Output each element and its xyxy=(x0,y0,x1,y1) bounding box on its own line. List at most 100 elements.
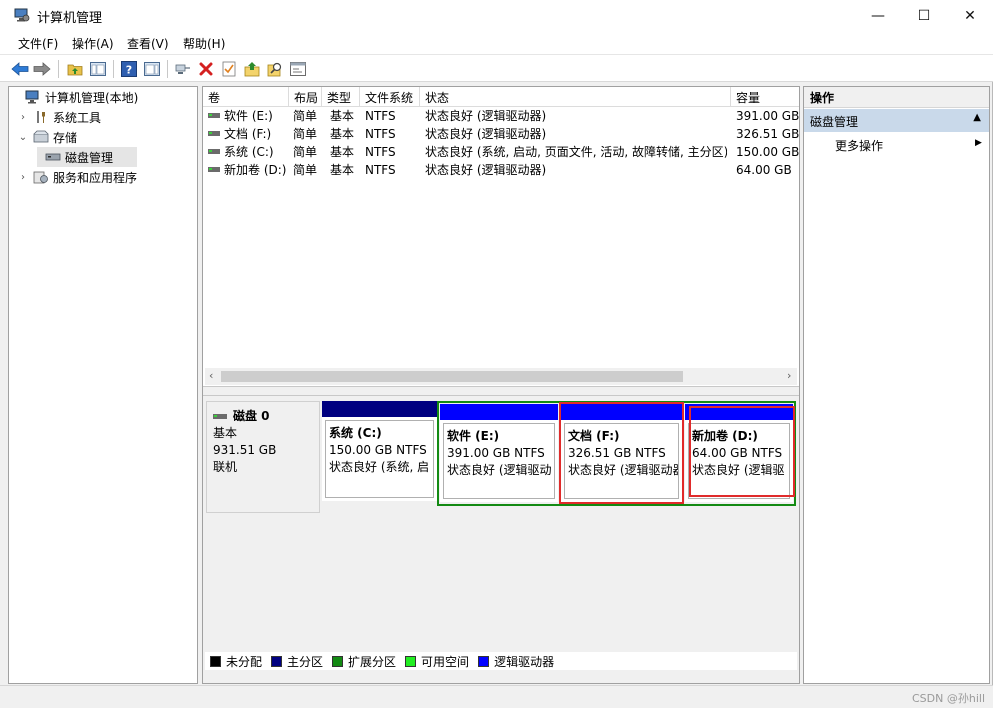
pane-splitter[interactable] xyxy=(203,386,799,396)
menu-action[interactable]: 操作(A) xyxy=(72,35,114,52)
column-header-status[interactable]: 状态 xyxy=(420,87,731,107)
status-bar: CSDN @孙hill xyxy=(0,685,993,708)
partition-e[interactable]: 软件 (E:) 391.00 GB NTFS 状态良好 (逻辑驱动 xyxy=(440,404,558,502)
tree-label: 系统工具 xyxy=(53,110,102,125)
checklist-icon[interactable] xyxy=(220,60,238,78)
more-actions-item[interactable]: 更多操作 ▶ xyxy=(835,137,985,154)
legend-label: 扩展分区 xyxy=(348,654,397,669)
annotation-highlight-d xyxy=(689,406,795,497)
volume-fs: NTFS xyxy=(365,127,396,141)
volume-type: 基本 xyxy=(330,145,355,159)
menu-file[interactable]: 文件(F) xyxy=(18,35,58,52)
actions-header: 操作 xyxy=(804,87,989,108)
scrollbar-thumb[interactable] xyxy=(221,371,683,382)
legend-swatch-logical xyxy=(478,655,490,667)
svg-text:?: ? xyxy=(126,64,132,77)
partition-c[interactable]: 系统 (C:) 150.00 GB NTFS 状态良好 (系统, 启 xyxy=(322,401,437,501)
tree-item-services[interactable]: › 服务和应用程序 xyxy=(17,167,197,187)
column-header-filesystem[interactable]: 文件系统 xyxy=(360,87,420,107)
help-icon[interactable]: ? xyxy=(120,60,138,78)
legend-swatch-primary xyxy=(271,655,283,667)
minimize-button[interactable]: — xyxy=(855,0,901,31)
annotation-highlight-f xyxy=(559,402,684,504)
disk-name: 磁盘 0 xyxy=(233,409,270,423)
disk-graphical-view: 磁盘 0 基本 931.51 GB 联机 系统 (C:) 150.00 GB N… xyxy=(203,396,799,683)
actions-section-disk-management[interactable]: 磁盘管理 ▲ xyxy=(804,109,989,132)
volume-status: 状态良好 (逻辑驱动器) xyxy=(425,163,547,177)
watermark: CSDN @孙hill xyxy=(912,692,985,705)
properties-pane-icon[interactable] xyxy=(143,60,161,78)
volume-icon xyxy=(208,149,220,154)
volume-layout: 简单 xyxy=(293,145,318,159)
connect-icon[interactable] xyxy=(174,60,192,78)
table-row[interactable]: 新加卷 (D:) 简单 基本 NTFS 状态良好 (逻辑驱动器) 64.00 G… xyxy=(203,161,799,179)
column-header-volume[interactable]: 卷 xyxy=(203,87,289,107)
volume-capacity: 391.00 GB xyxy=(736,109,800,123)
table-row[interactable]: 系统 (C:) 简单 基本 NTFS 状态良好 (系统, 启动, 页面文件, 活… xyxy=(203,143,799,161)
legend-swatch-unallocated xyxy=(210,655,221,667)
column-header-layout[interactable]: 布局 xyxy=(289,87,322,107)
volume-type: 基本 xyxy=(330,163,355,177)
horizontal-scrollbar[interactable]: ‹ › xyxy=(205,368,797,385)
maximize-button[interactable]: ☐ xyxy=(901,0,947,31)
services-icon xyxy=(33,170,49,184)
menu-bar: 文件(F) 操作(A) 查看(V) 帮助(H) xyxy=(0,31,993,54)
export-up-icon[interactable] xyxy=(243,60,261,78)
more-actions-label: 更多操作 xyxy=(835,139,884,153)
search-icon[interactable] xyxy=(266,60,284,78)
folder-up-icon[interactable] xyxy=(66,60,84,78)
volume-layout: 简单 xyxy=(293,109,318,123)
legend-swatch-extended xyxy=(332,655,344,667)
partition-title: 软件 (E:) xyxy=(447,429,500,443)
tree-label: 服务和应用程序 xyxy=(53,170,138,185)
volume-name: 软件 (E:) xyxy=(224,109,273,123)
disk-state: 联机 xyxy=(213,460,238,474)
menu-help[interactable]: 帮助(H) xyxy=(183,35,225,52)
table-row[interactable]: 软件 (E:) 简单 基本 NTFS 状态良好 (逻辑驱动器) 391.00 G… xyxy=(203,107,799,125)
tree-item-root[interactable]: 计算机管理(本地) xyxy=(9,87,197,107)
chevron-right-icon[interactable]: › xyxy=(17,172,29,183)
primary-partition-bar xyxy=(322,401,437,417)
partition-status: 状态良好 (逻辑驱动 xyxy=(447,463,552,477)
volume-fs: NTFS xyxy=(365,145,396,159)
table-row[interactable]: 文档 (F:) 简单 基本 NTFS 状态良好 (逻辑驱动器) 326.51 G… xyxy=(203,125,799,143)
close-button[interactable]: ✕ xyxy=(947,0,993,31)
disk-icon xyxy=(213,413,227,419)
volume-type: 基本 xyxy=(330,109,355,123)
computer-management-icon xyxy=(14,8,30,22)
scroll-left-icon[interactable]: ‹ xyxy=(209,369,213,382)
column-header-type[interactable]: 类型 xyxy=(322,87,360,107)
volume-icon xyxy=(208,113,220,118)
tree-item-system-tools[interactable]: › 系统工具 xyxy=(17,107,197,127)
disk-management-pane: 卷 布局 类型 文件系统 状态 容量 软件 (E:) 简单 基本 NTFS 状态… xyxy=(202,86,800,684)
volume-layout: 简单 xyxy=(293,163,318,177)
disk-info[interactable]: 磁盘 0 基本 931.51 GB 联机 xyxy=(206,401,320,513)
console-icon[interactable] xyxy=(289,60,307,78)
window-title: 计算机管理 xyxy=(37,11,103,26)
back-icon[interactable] xyxy=(11,60,29,78)
tree-item-disk-management[interactable]: 磁盘管理 xyxy=(37,147,137,167)
chevron-right-icon[interactable]: › xyxy=(17,112,29,123)
collapse-up-icon[interactable]: ▲ xyxy=(973,112,981,123)
delete-icon[interactable] xyxy=(197,60,215,78)
navigation-tree: 计算机管理(本地) › 系统工具 ⌄ 存储 磁盘管理 › 服务和应用程序 xyxy=(8,86,198,684)
chevron-down-icon[interactable]: ⌄ xyxy=(17,132,29,143)
partition-body: 系统 (C:) 150.00 GB NTFS 状态良好 (系统, 启 xyxy=(322,417,437,501)
menu-view[interactable]: 查看(V) xyxy=(127,35,169,52)
volume-icon xyxy=(208,167,220,172)
column-header-capacity[interactable]: 容量 xyxy=(731,87,799,107)
show-tree-icon[interactable] xyxy=(89,60,107,78)
legend-swatch-free xyxy=(405,655,417,667)
tools-icon xyxy=(33,110,49,124)
volume-capacity: 150.00 GB xyxy=(736,145,800,159)
legend: 未分配 主分区 扩展分区 可用空间 逻辑驱动器 xyxy=(205,652,797,670)
actions-section-label: 磁盘管理 xyxy=(810,115,859,129)
volume-layout: 简单 xyxy=(293,127,318,141)
scroll-right-icon[interactable]: › xyxy=(787,369,791,382)
forward-icon[interactable] xyxy=(33,60,51,78)
computer-management-icon xyxy=(25,90,41,104)
storage-icon xyxy=(33,130,49,144)
partition-title: 系统 (C:) xyxy=(329,426,382,440)
disk-type: 基本 xyxy=(213,426,238,440)
tree-item-storage[interactable]: ⌄ 存储 xyxy=(17,127,197,147)
